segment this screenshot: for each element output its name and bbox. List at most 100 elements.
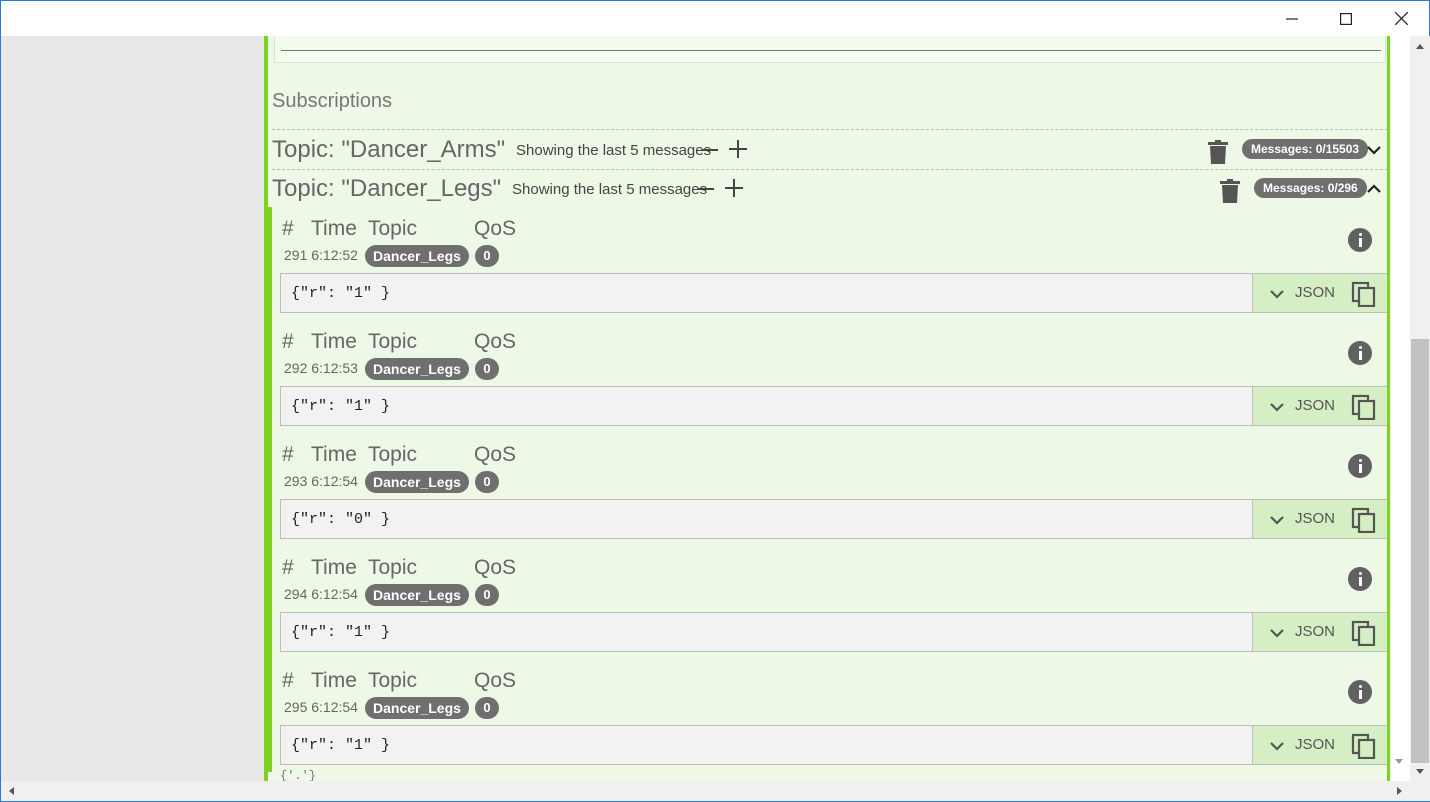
scrollbar-thumb[interactable] (1411, 339, 1429, 763)
payload-text: {"r": "0" } (291, 511, 391, 528)
minimize-icon (1286, 17, 1298, 20)
increase-count-button[interactable] (725, 179, 743, 197)
list-item: # Time Topic QoS 293 6:12:54 Dancer_Legs… (268, 433, 1388, 546)
chevron-down-icon[interactable] (1269, 625, 1285, 641)
app-window: Subscriptions Topic: "Dancer_Arms" Showi… (0, 0, 1430, 802)
header-qos: QoS (474, 443, 517, 466)
chevron-down-icon[interactable] (1366, 142, 1382, 158)
topic-showing-label: Showing the last 5 messages (516, 142, 712, 159)
chevron-down-icon[interactable] (1269, 738, 1285, 754)
header-topic: Topic (368, 330, 418, 353)
subscriptions-title: Subscriptions (272, 90, 393, 112)
chevron-up-icon[interactable] (1366, 181, 1382, 197)
header-topic: Topic (368, 556, 418, 579)
trash-icon[interactable] (1208, 140, 1228, 164)
topic-showing-label: Showing the last 5 messages (512, 181, 708, 198)
list-item: # Time Topic QoS 292 6:12:53 Dancer_Legs… (268, 320, 1388, 433)
format-label[interactable]: JSON (1295, 284, 1335, 301)
qos-badge: 0 (475, 584, 499, 606)
copy-icon[interactable] (1351, 507, 1377, 533)
info-icon[interactable] (1348, 341, 1372, 365)
maximize-button[interactable] (1319, 1, 1373, 36)
copy-icon[interactable] (1351, 281, 1377, 307)
header-topic: Topic (368, 443, 418, 466)
increase-count-button[interactable] (729, 140, 747, 158)
payload-text: {"r": "1" } (291, 624, 391, 641)
payload-box[interactable]: {"r": "1" } JSON (280, 386, 1388, 426)
topic-badge: Dancer_Legs (365, 358, 469, 380)
chevron-down-icon[interactable] (1269, 512, 1285, 528)
copy-icon[interactable] (1351, 620, 1377, 646)
maximize-icon (1340, 12, 1352, 25)
header-hash: # (282, 330, 294, 353)
trash-icon[interactable] (1220, 179, 1240, 203)
info-icon[interactable] (1348, 680, 1372, 704)
list-item: # Time Topic QoS 291 6:12:52 Dancer_Legs… (268, 207, 1388, 320)
header-time: Time (311, 669, 357, 692)
info-icon[interactable] (1348, 567, 1372, 591)
format-label[interactable]: JSON (1295, 510, 1335, 527)
topic-row-dancer-arms[interactable]: Topic: "Dancer_Arms" Showing the last 5 … (272, 132, 1388, 170)
topic-badge: Dancer_Legs (365, 471, 469, 493)
info-icon[interactable] (1348, 454, 1372, 478)
chevron-down-icon[interactable] (1269, 399, 1285, 415)
format-label[interactable]: JSON (1295, 623, 1335, 640)
payload-actions: JSON (1252, 726, 1387, 764)
topic-row-dancer-legs[interactable]: Topic: "Dancer_Legs" Showing the last 5 … (272, 171, 1388, 209)
divider (272, 169, 1388, 170)
header-qos: QoS (474, 556, 517, 579)
message-meta: 295 6:12:54 (284, 699, 358, 715)
payload-text: {"r": "1" } (291, 285, 391, 302)
clipped-text: {'.'} (280, 769, 317, 781)
messages-count-badge: Messages: 0/15503 (1242, 139, 1369, 159)
payload-box[interactable]: {"r": "1" } JSON (280, 725, 1388, 765)
scroll-right-arrow-icon[interactable] (1394, 786, 1404, 796)
scroll-down-arrow-icon[interactable] (1394, 756, 1404, 766)
header-qos: QoS (474, 669, 517, 692)
header-hash: # (282, 443, 294, 466)
topic-name: Topic: "Dancer_Legs" (272, 175, 502, 202)
horizontal-scrollbar[interactable] (1, 781, 1410, 801)
payload-box[interactable]: {"r": "1" } JSON (280, 612, 1388, 652)
payload-actions: JSON (1252, 500, 1387, 538)
close-button[interactable] (1374, 1, 1428, 36)
qos-badge: 0 (475, 245, 499, 267)
header-time: Time (311, 443, 357, 466)
format-label[interactable]: JSON (1295, 736, 1335, 753)
copy-icon[interactable] (1351, 733, 1377, 759)
scroll-up-arrow-icon[interactable] (1415, 42, 1425, 52)
header-hash: # (282, 669, 294, 692)
title-bar (1, 1, 1429, 36)
payload-box[interactable]: {"r": "0" } JSON (280, 499, 1388, 539)
publish-input-area[interactable] (274, 36, 1386, 63)
header-time: Time (311, 330, 357, 353)
format-label[interactable]: JSON (1295, 397, 1335, 414)
header-topic: Topic (368, 669, 418, 692)
header-topic: Topic (368, 217, 418, 240)
scroll-left-arrow-icon[interactable] (7, 786, 17, 796)
chevron-down-icon[interactable] (1269, 286, 1285, 302)
qos-badge: 0 (475, 471, 499, 493)
left-pane (1, 36, 264, 781)
message-meta: 291 6:12:52 (284, 247, 358, 263)
info-icon[interactable] (1348, 228, 1372, 252)
header-time: Time (311, 217, 357, 240)
messages-count-badge: Messages: 0/296 (1254, 178, 1367, 198)
qos-badge: 0 (475, 697, 499, 719)
payload-text: {"r": "1" } (291, 398, 391, 415)
header-qos: QoS (474, 217, 517, 240)
vertical-scrollbar[interactable] (1410, 36, 1430, 781)
payload-box[interactable]: {"r": "1" } JSON (280, 273, 1388, 313)
copy-icon[interactable] (1351, 394, 1377, 420)
decrease-count-button[interactable] (698, 188, 714, 190)
header-qos: QoS (474, 330, 517, 353)
list-item: # Time Topic QoS 295 6:12:54 Dancer_Legs… (268, 659, 1388, 772)
input-underline (281, 50, 1381, 51)
subscriptions-panel: Subscriptions Topic: "Dancer_Arms" Showi… (264, 36, 1391, 781)
payload-actions: JSON (1252, 274, 1387, 312)
decrease-count-button[interactable] (702, 149, 718, 151)
qos-badge: 0 (475, 358, 499, 380)
minimize-button[interactable] (1265, 1, 1319, 36)
topic-badge: Dancer_Legs (365, 584, 469, 606)
scroll-down-arrow-icon[interactable] (1415, 766, 1425, 776)
